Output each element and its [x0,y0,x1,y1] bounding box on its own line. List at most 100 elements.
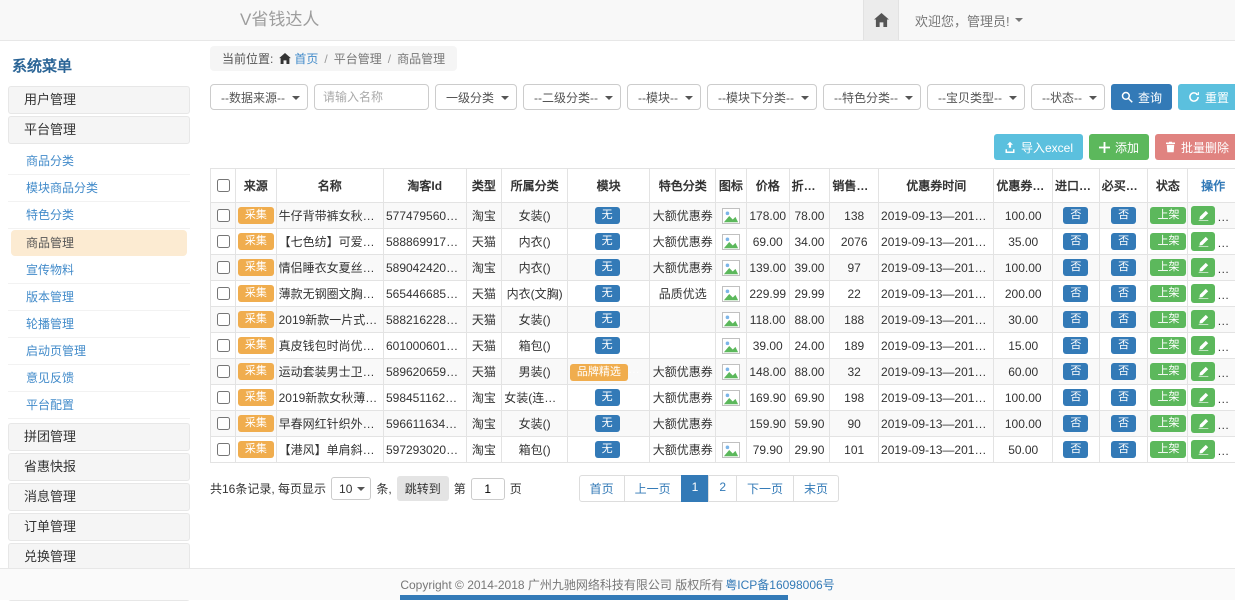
must-buy-toggle[interactable]: 否 [1111,233,1136,250]
sidebar-subitem-link[interactable]: 宣传物料 [8,257,190,283]
status-badge[interactable]: 上架 [1150,207,1186,224]
import-select-toggle[interactable]: 否 [1063,259,1088,276]
add-button[interactable]: 添加 [1089,134,1149,160]
must-buy-toggle[interactable]: 否 [1111,415,1136,432]
import-select-toggle[interactable]: 否 [1063,233,1088,250]
row-checkbox[interactable] [217,417,230,430]
sidebar-subitem-link[interactable]: 模块商品分类 [8,175,190,201]
filter-select[interactable]: --数据来源-- [210,84,308,110]
sidebar-panel[interactable]: 兑换管理 [8,543,190,571]
import-select-toggle[interactable]: 否 [1063,415,1088,432]
must-buy-toggle[interactable]: 否 [1111,337,1136,354]
import-select-toggle[interactable]: 否 [1063,441,1088,458]
status-badge[interactable]: 上架 [1150,389,1186,406]
pagination-button[interactable]: 首页 [579,475,625,502]
status-badge[interactable]: 上架 [1150,441,1186,458]
sidebar-subitem-link[interactable]: 意见反馈 [8,365,190,391]
import-select-toggle[interactable]: 否 [1063,285,1088,302]
pagination-button[interactable]: 下一页 [736,475,794,502]
select-all-checkbox[interactable] [217,179,230,192]
per-page-select[interactable]: 10 [331,477,371,500]
sidebar-panel-platform[interactable]: 平台管理 [8,116,190,144]
import-select-toggle[interactable]: 否 [1063,207,1088,224]
must-buy-toggle[interactable]: 否 [1111,441,1136,458]
pagination-button[interactable]: 1 [681,475,710,502]
row-checkbox[interactable] [217,443,230,456]
filter-select[interactable]: --模块下分类-- [707,84,817,110]
query-button[interactable]: 查询 [1111,84,1172,110]
must-buy-toggle[interactable]: 否 [1111,363,1136,380]
edit-button[interactable] [1191,362,1215,381]
status-badge[interactable]: 上架 [1150,285,1186,302]
sidebar-panel-users[interactable]: 用户管理 [8,86,190,114]
edit-button[interactable] [1191,440,1215,459]
sidebar-panel[interactable]: 订单管理 [8,513,190,541]
row-checkbox[interactable] [217,339,230,352]
reset-button[interactable]: 重置 [1178,84,1235,110]
row-checkbox[interactable] [217,261,230,274]
edit-button[interactable] [1191,414,1215,433]
edit-button[interactable] [1191,232,1215,251]
edit-button[interactable] [1191,388,1215,407]
status-badge[interactable]: 上架 [1150,259,1186,276]
filter-select[interactable]: 一级分类 [435,84,517,110]
icp-link[interactable]: 粤ICP备16098006号 [725,576,834,593]
edit-button[interactable] [1191,310,1215,329]
import-select-toggle[interactable]: 否 [1063,337,1088,354]
row-checkbox[interactable] [217,235,230,248]
pagination-button[interactable]: 2 [708,475,737,502]
jump-page-input[interactable] [471,478,505,500]
jump-button[interactable]: 跳转到 [397,476,449,501]
sidebar-panel[interactable]: 消息管理 [8,483,190,511]
status-badge[interactable]: 上架 [1150,311,1186,328]
row-checkbox[interactable] [217,287,230,300]
edit-button[interactable] [1191,284,1215,303]
status-badge[interactable]: 上架 [1150,415,1186,432]
product-type: 淘宝 [466,385,502,411]
sidebar-subitem-link[interactable]: 商品分类 [8,148,190,174]
import-select-toggle[interactable]: 否 [1063,311,1088,328]
sidebar-subitem-link[interactable]: 特色分类 [8,202,190,228]
row-checkbox[interactable] [217,313,230,326]
pagination-button[interactable]: 末页 [793,475,839,502]
batch-delete-button[interactable]: 批量删除 [1155,134,1235,160]
table-row: 采集 情侣睡衣女夏丝绸男士... 589042420344 淘宝 内衣() 无 … [211,255,1235,281]
user-menu[interactable]: 欢迎您，管理员! [915,11,1023,30]
filter-select[interactable]: --二级分类-- [523,84,621,110]
sidebar-panel[interactable]: 省惠快报 [8,453,190,481]
must-buy-toggle[interactable]: 否 [1111,285,1136,302]
import-select-toggle[interactable]: 否 [1063,363,1088,380]
filter-select[interactable]: --状态-- [1031,84,1105,110]
status-badge[interactable]: 上架 [1150,363,1186,380]
edit-button[interactable] [1191,206,1215,225]
filter-select[interactable]: --模块-- [627,84,701,110]
edit-button[interactable] [1191,258,1215,277]
sidebar-subitem-link[interactable]: 商品管理 [11,230,187,256]
must-buy-toggle[interactable]: 否 [1111,259,1136,276]
name-search-input[interactable] [314,84,429,110]
pagination-button[interactable]: 上一页 [624,475,682,502]
breadcrumb-home-link[interactable]: 首页 [279,50,318,67]
source-badge: 采集 [238,363,274,380]
row-checkbox[interactable] [217,209,230,222]
sidebar-subitem-link[interactable]: 版本管理 [8,284,190,310]
sidebar-subitem-link[interactable]: 平台配置 [8,392,190,418]
sidebar-subitem-link[interactable]: 启动页管理 [8,338,190,364]
sidebar-subitem-link[interactable]: 轮播管理 [8,311,190,337]
filter-select[interactable]: --宝贝类型-- [927,84,1025,110]
must-buy-toggle[interactable]: 否 [1111,311,1136,328]
status-badge[interactable]: 上架 [1150,233,1186,250]
must-buy-toggle[interactable]: 否 [1111,389,1136,406]
status-badge[interactable]: 上架 [1150,337,1186,354]
home-button[interactable] [863,0,899,40]
row-checkbox[interactable] [217,391,230,404]
edit-button[interactable] [1191,336,1215,355]
import-excel-button[interactable]: 导入excel [994,134,1083,160]
feature-category [650,333,716,359]
feature-category: 大额优惠券 [650,385,716,411]
import-select-toggle[interactable]: 否 [1063,389,1088,406]
must-buy-toggle[interactable]: 否 [1111,207,1136,224]
filter-select[interactable]: --特色分类-- [823,84,921,110]
row-checkbox[interactable] [217,365,230,378]
sidebar-panel[interactable]: 拼团管理 [8,423,190,451]
